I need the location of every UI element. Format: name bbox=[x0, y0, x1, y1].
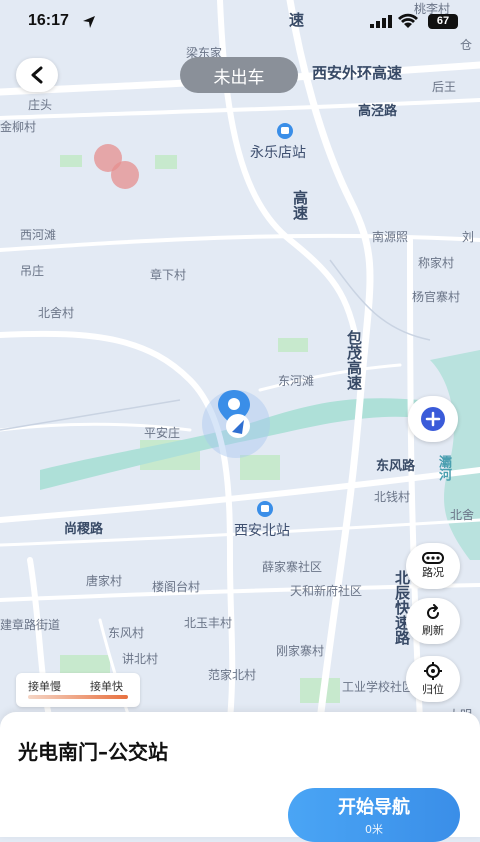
place-label: 北舍村 bbox=[38, 306, 75, 320]
place-label: 北钱村 bbox=[374, 490, 411, 504]
station-label: 西安北站 bbox=[234, 523, 290, 539]
place-label: 唐家村 bbox=[86, 574, 123, 588]
legend-fast-label: 接单快 bbox=[90, 680, 123, 693]
battery-indicator: 67 bbox=[428, 14, 458, 29]
signal-icon bbox=[370, 15, 392, 28]
plus-icon bbox=[421, 407, 445, 431]
road-condition-button[interactable]: 路况 bbox=[406, 543, 460, 589]
location-pin-icon bbox=[218, 390, 250, 438]
place-label: 东河滩 bbox=[278, 374, 315, 388]
station-label: 永乐店站 bbox=[250, 145, 306, 161]
add-button[interactable] bbox=[408, 396, 458, 442]
place-label: 刚家寨村 bbox=[276, 644, 325, 658]
place-label: 刘 bbox=[462, 230, 475, 244]
place-label: 东风村 bbox=[108, 626, 145, 640]
order-heat-legend: 接单慢 接单快 bbox=[16, 673, 140, 707]
place-label: 庄头 bbox=[28, 98, 53, 112]
bottom-sheet: 光电南门–公交站 开始导航 0米 bbox=[0, 712, 480, 842]
metro-icon bbox=[277, 123, 293, 139]
place-label: 吊庄 bbox=[20, 264, 45, 278]
traffic-icon bbox=[422, 552, 444, 564]
road-shanglou: 尚稷路 bbox=[64, 522, 104, 537]
road-hu-2: 高速 bbox=[291, 190, 309, 220]
refresh-icon bbox=[427, 604, 439, 619]
station-xian-north[interactable]: 西安北站 bbox=[234, 500, 290, 540]
legend-gradient-bar bbox=[28, 695, 128, 699]
place-label: 讲北村 bbox=[122, 652, 159, 666]
location-arrow-icon bbox=[83, 16, 95, 28]
place-label: 范家北村 bbox=[208, 668, 257, 682]
destination-title: 光电南门–公交站 bbox=[18, 740, 168, 764]
chevron-left-icon bbox=[31, 66, 43, 84]
wifi-icon bbox=[398, 13, 418, 28]
distance-label: 0米 bbox=[365, 823, 383, 836]
place-label: 南源照 bbox=[372, 230, 409, 244]
refresh-button[interactable]: 刷新 bbox=[406, 598, 460, 644]
status-bar: 16:17 67 bbox=[0, 0, 480, 44]
station-yongle[interactable]: 永乐店站 bbox=[250, 122, 306, 162]
place-label: 工业学校社区 bbox=[342, 680, 415, 694]
start-navigation-label: 开始导航 bbox=[338, 797, 410, 818]
locate-label: 归位 bbox=[422, 683, 444, 696]
road-baomao: 包茂高速 bbox=[345, 330, 363, 390]
place-label: 杨官寨村 bbox=[412, 290, 461, 304]
road-west-ring: 西安外环高速 bbox=[312, 64, 403, 82]
legend-slow-label: 接单慢 bbox=[28, 680, 61, 693]
place-label: 平安庄 bbox=[144, 426, 181, 440]
locate-button[interactable]: 归位 bbox=[406, 656, 460, 702]
place-label: 建章路街道 bbox=[0, 618, 61, 632]
place-label: 称家村 bbox=[418, 256, 455, 270]
river-ba: 灞河 bbox=[436, 455, 451, 481]
place-label: 章下村 bbox=[150, 268, 187, 282]
place-label: 金柳村 bbox=[0, 120, 37, 134]
road-dongfeng: 东风路 bbox=[376, 459, 416, 474]
driver-status-pill[interactable]: 未出车 bbox=[180, 57, 298, 93]
refresh-label: 刷新 bbox=[422, 624, 444, 637]
place-label: 天和新府社区 bbox=[290, 584, 363, 598]
status-time: 16:17 bbox=[28, 12, 69, 29]
road-condition-label: 路况 bbox=[422, 566, 444, 579]
place-label: 北舍 bbox=[450, 508, 475, 522]
place-label: 楼阁台村 bbox=[152, 580, 201, 594]
place-label: 薛家寨社区 bbox=[262, 560, 323, 574]
back-button[interactable] bbox=[16, 58, 58, 92]
place-label: 西河滩 bbox=[20, 228, 57, 242]
place-label: 后王 bbox=[432, 80, 457, 94]
place-label: 北玉丰村 bbox=[184, 616, 233, 630]
road-jingkou: 高泾路 bbox=[358, 104, 398, 119]
start-navigation-button[interactable]: 开始导航 0米 bbox=[288, 788, 460, 842]
metro-icon bbox=[257, 501, 273, 517]
crosshair-icon bbox=[424, 662, 442, 680]
